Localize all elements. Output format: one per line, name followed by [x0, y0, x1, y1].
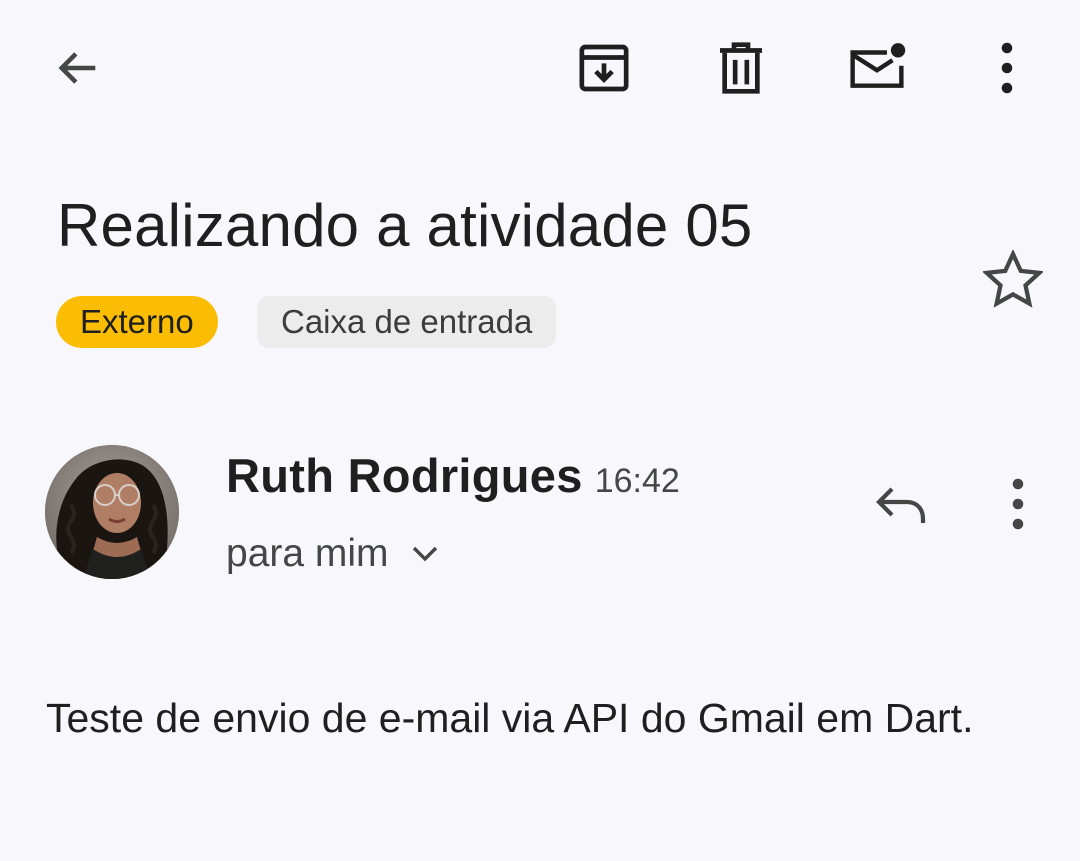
star-outline-icon — [983, 250, 1043, 308]
archive-button[interactable] — [566, 30, 642, 106]
reply-button[interactable] — [862, 466, 940, 544]
mark-unread-button[interactable] — [839, 30, 915, 106]
message-time: 16:42 — [594, 462, 680, 500]
more-options-button[interactable] — [969, 30, 1045, 106]
star-button[interactable] — [974, 240, 1052, 318]
label-chip-inbox[interactable]: Caixa de entrada — [257, 296, 557, 348]
archive-icon — [576, 40, 632, 96]
more-vertical-icon — [1008, 478, 1028, 530]
recipient-text: para mim — [226, 532, 389, 575]
trash-icon — [715, 40, 767, 96]
email-subject: Realizando a atividade 05 — [57, 192, 753, 259]
sender-name[interactable]: Ruth Rodrigues — [226, 449, 583, 502]
back-button[interactable] — [40, 30, 116, 106]
message-body: Teste de envio de e-mail via API do Gmai… — [46, 695, 974, 741]
sender-line: Ruth Rodrigues 16:42 — [226, 448, 680, 503]
arrow-left-icon — [52, 42, 104, 94]
mark-unread-icon — [846, 41, 908, 95]
delete-button[interactable] — [703, 30, 779, 106]
more-vertical-icon — [997, 42, 1017, 94]
reply-icon — [873, 483, 929, 527]
label-chip-external[interactable]: Externo — [56, 296, 218, 348]
sender-avatar[interactable] — [45, 445, 179, 579]
recipient-details-toggle[interactable]: para mim — [226, 532, 439, 576]
chevron-down-icon — [411, 545, 439, 563]
message-more-options-button[interactable] — [980, 466, 1056, 542]
